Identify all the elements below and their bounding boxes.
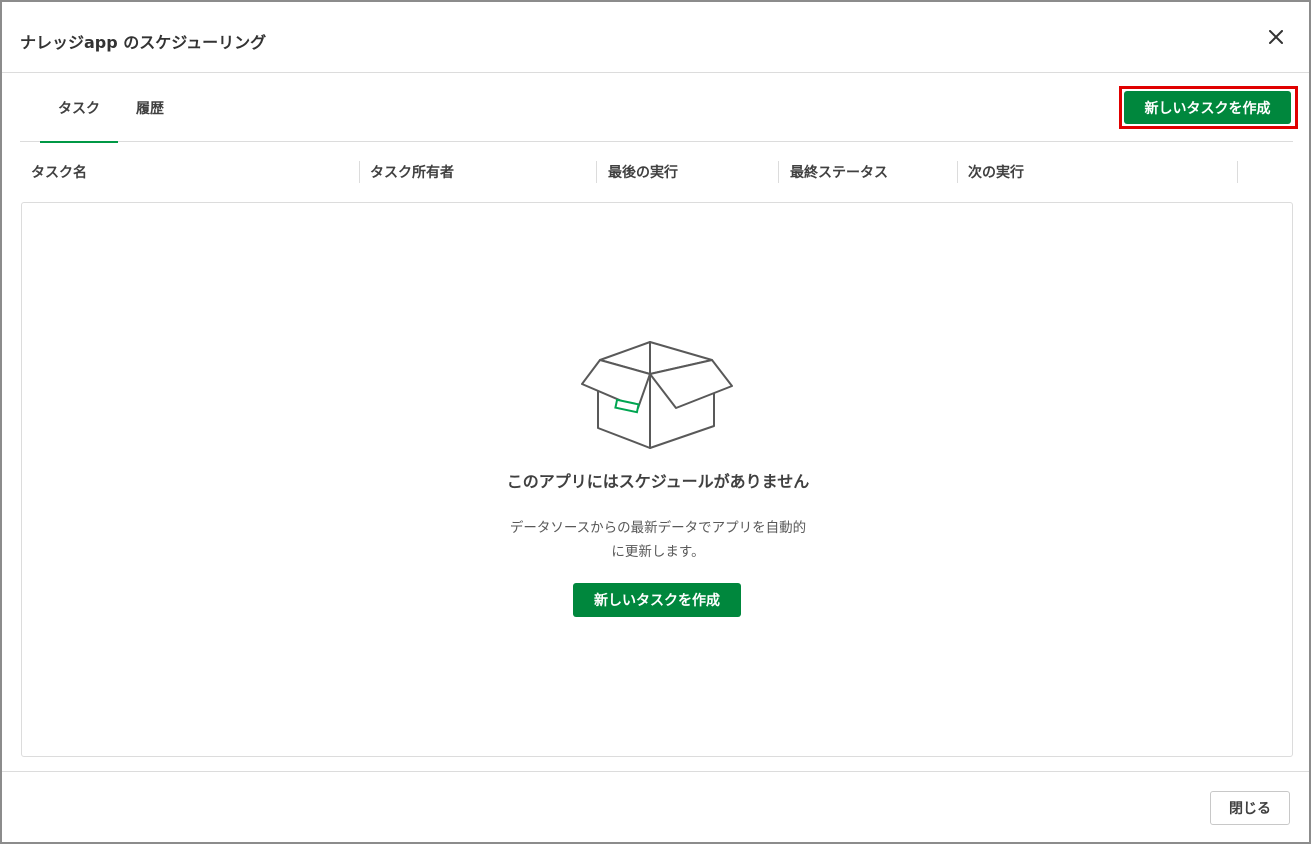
tab-history[interactable]: 履歴	[122, 74, 178, 142]
column-task-name[interactable]: タスク名	[31, 152, 87, 192]
empty-state-title: このアプリにはスケジュールがありません	[506, 472, 810, 491]
close-icon	[1269, 30, 1283, 44]
column-separator	[359, 161, 360, 183]
close-dialog-button[interactable]: 閉じる	[1210, 791, 1290, 825]
close-button[interactable]	[1263, 24, 1289, 50]
column-task-owner[interactable]: タスク所有者	[370, 152, 454, 192]
tab-tasks[interactable]: タスク	[40, 74, 118, 143]
column-separator	[957, 161, 958, 183]
open-box-icon	[581, 341, 733, 449]
column-separator	[1237, 161, 1238, 183]
tab-bar: タスク 履歴	[20, 74, 1293, 143]
column-separator	[778, 161, 779, 183]
create-task-button-empty[interactable]: 新しいタスクを作成	[573, 583, 741, 617]
dialog-title: ナレッジapp のスケジューリング	[20, 33, 267, 52]
column-last-status[interactable]: 最終ステータス	[790, 152, 888, 192]
column-last-run[interactable]: 最後の実行	[608, 152, 678, 192]
table-header: タスク名 タスク所有者 最後の実行 最終ステータス 次の実行	[20, 152, 1293, 192]
column-separator	[596, 161, 597, 183]
empty-state-panel: このアプリにはスケジュールがありません データソースからの最新データでアプリを自…	[21, 202, 1293, 757]
scheduling-dialog: ナレッジapp のスケジューリング タスク 履歴 新しいタスクを作成 タスク名 …	[0, 0, 1311, 844]
column-next-run[interactable]: 次の実行	[968, 152, 1024, 192]
dialog-footer: 閉じる	[2, 771, 1309, 842]
empty-state-description: データソースからの最新データでアプリを自動的に更新します。	[509, 520, 807, 560]
create-task-button[interactable]: 新しいタスクを作成	[1124, 91, 1291, 124]
dialog-header: ナレッジapp のスケジューリング	[2, 2, 1309, 73]
